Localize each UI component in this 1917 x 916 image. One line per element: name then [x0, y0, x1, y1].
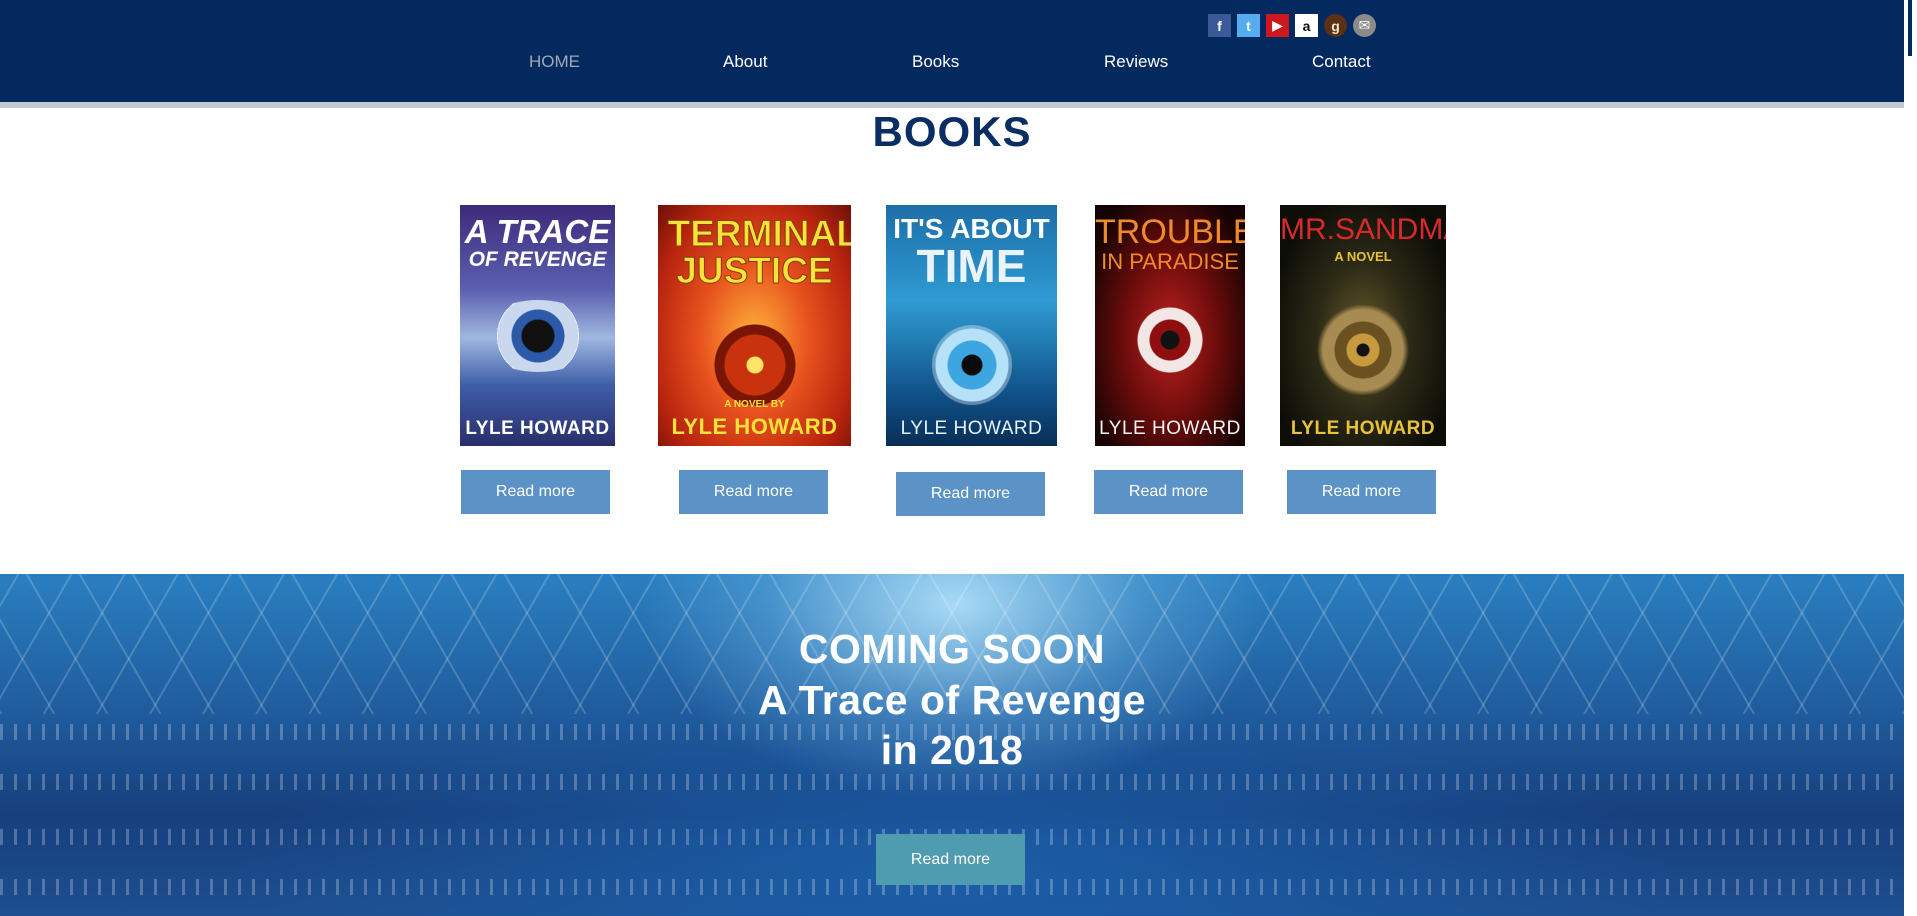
cover-author: LYLE HOWARD [900, 418, 1043, 439]
goodreads-icon[interactable]: g [1324, 14, 1347, 37]
read-more-button[interactable]: Read more [1094, 470, 1243, 514]
read-more-button[interactable]: Read more [679, 470, 828, 514]
page-edge [1904, 0, 1917, 916]
twitter-icon[interactable]: t [1237, 14, 1260, 37]
social-icons: f t ▶ a g ✉ [1208, 14, 1376, 37]
cover-subtitle: OF REVENGE [468, 248, 607, 271]
eye-illustration [1305, 305, 1421, 395]
cover-author: LYLE HOWARD [671, 414, 838, 439]
book-cover-its-about-time[interactable]: IT'S ABOUT TIME LYLE HOWARD [886, 205, 1057, 446]
cover-subtitle: IN PARADISE [1101, 249, 1239, 274]
site-header: f t ▶ a g ✉ HOME About Books Reviews Con… [0, 0, 1904, 102]
banner-year: in 2018 [880, 727, 1024, 773]
book-cover-mr-sandman[interactable]: MR.SANDMAN A NOVEL LYLE HOWARD [1280, 205, 1446, 446]
cover-title: A TRACE [464, 213, 611, 250]
nav-item-reviews[interactable]: Reviews [1104, 52, 1168, 72]
read-more-button[interactable]: Read more [461, 470, 610, 514]
edge-mark [1908, 0, 1912, 56]
cover-title: IT'S ABOUT [893, 213, 1050, 244]
nav-item-contact[interactable]: Contact [1312, 52, 1371, 72]
email-icon[interactable]: ✉ [1353, 14, 1376, 37]
amazon-icon[interactable]: a [1295, 14, 1318, 37]
book-cover-trouble-in-paradise[interactable]: TROUBLE IN PARADISE LYLE HOWARD [1095, 205, 1245, 446]
eye-illustration [1115, 305, 1225, 375]
cover-title: MR.SANDMAN [1280, 213, 1446, 246]
nav-item-about[interactable]: About [723, 52, 767, 72]
stadium-stands [0, 774, 1904, 790]
read-more-button[interactable]: Read more [1287, 470, 1436, 514]
cover-title: TERMINAL JUSTICE [667, 213, 851, 291]
youtube-icon[interactable]: ▶ [1266, 14, 1289, 37]
facebook-icon[interactable]: f [1208, 14, 1231, 37]
books-heading: BOOKS [872, 108, 1032, 155]
nav-item-home[interactable]: HOME [529, 52, 580, 72]
cover-author: LYLE HOWARD [1290, 418, 1436, 439]
cover-subtitle: TIME [916, 240, 1027, 292]
banner-book-title: A Trace of Revenge [757, 677, 1146, 723]
eye-illustration [896, 323, 1047, 407]
cover-title: TROUBLE [1095, 213, 1245, 251]
cover-subtitle: A NOVEL [1334, 249, 1392, 264]
cover-author: LYLE HOWARD [1099, 418, 1241, 439]
cover-subtitle: A NOVEL BY [724, 399, 785, 410]
banner-read-more-button[interactable]: Read more [876, 834, 1025, 885]
book-cover-terminal-justice[interactable]: TERMINAL JUSTICE A NOVEL BY LYLE HOWARD [658, 205, 851, 446]
read-more-button[interactable]: Read more [896, 472, 1045, 516]
book-cover-a-trace-of-revenge[interactable]: A TRACE OF REVENGE LYLE HOWARD [460, 205, 615, 446]
nav-item-books[interactable]: Books [912, 52, 959, 72]
banner-headline: COMING SOON [798, 626, 1106, 672]
main-nav: HOME About Books Reviews Contact [0, 52, 1904, 78]
cover-author: LYLE HOWARD [465, 418, 610, 439]
eye-illustration [477, 300, 598, 372]
